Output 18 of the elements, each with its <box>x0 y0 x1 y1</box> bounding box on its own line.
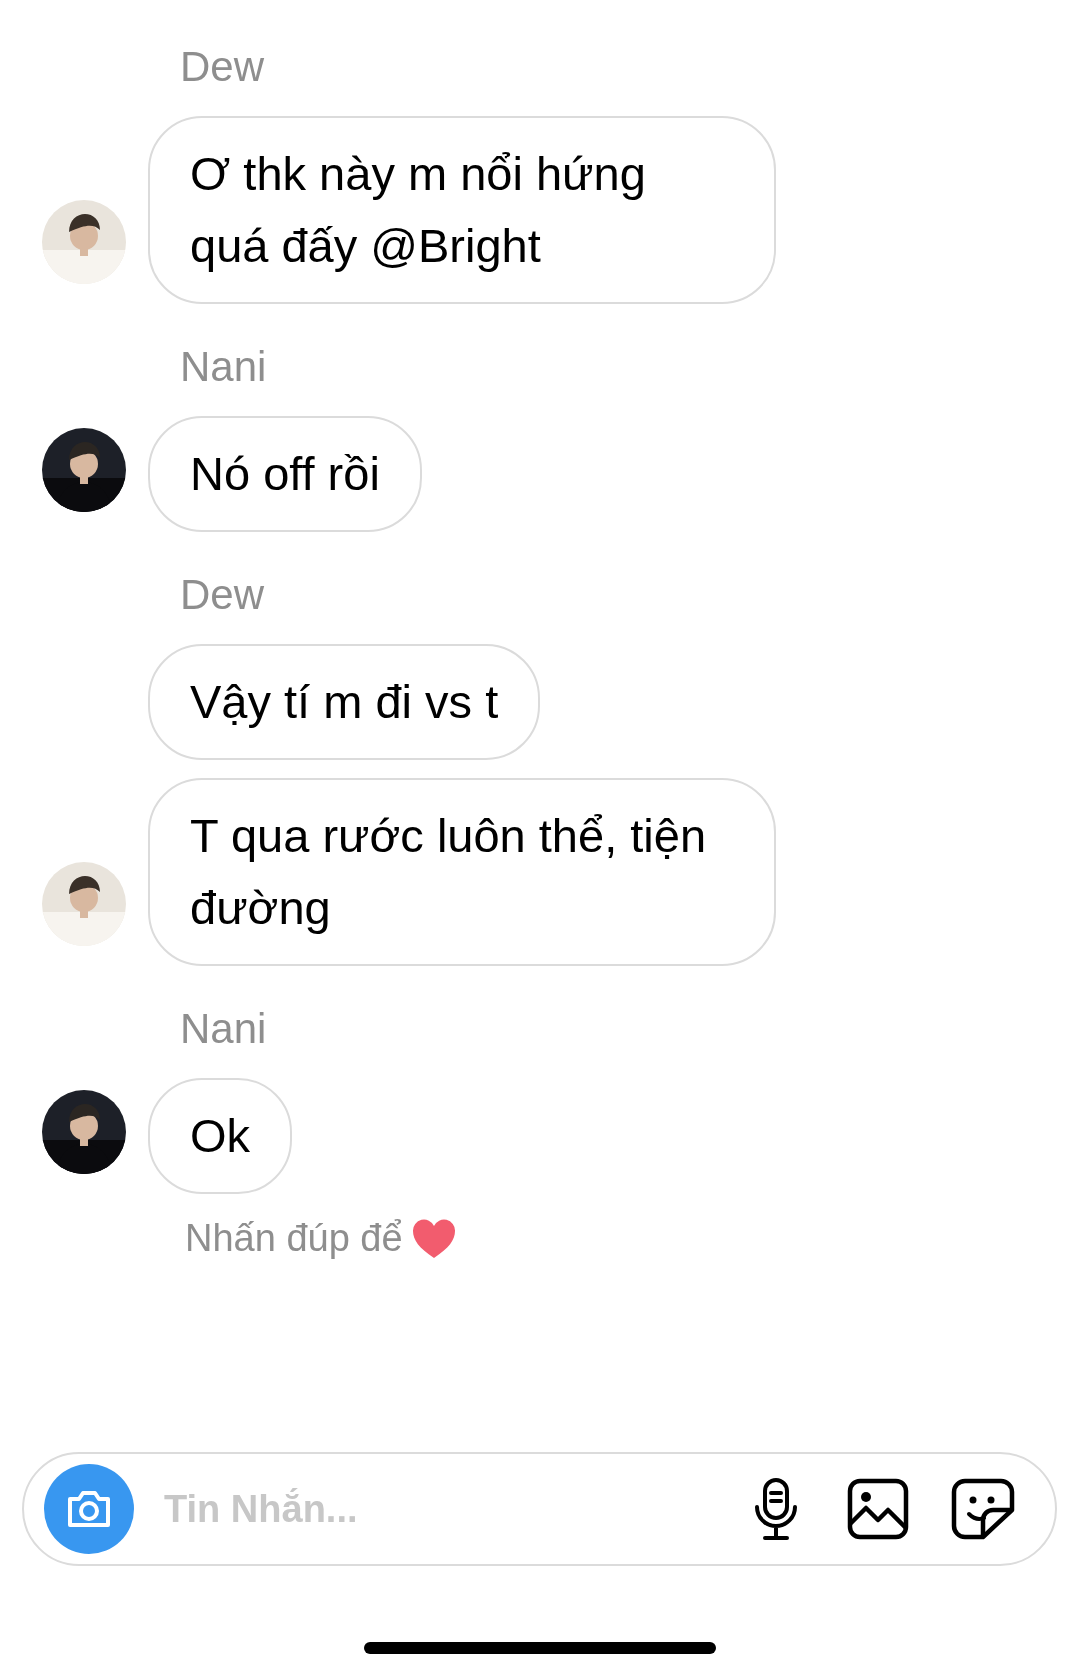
message-input[interactable]: Tin Nhắn... <box>164 1480 737 1538</box>
message-field[interactable]: Tin Nhắn... <box>22 1452 1057 1566</box>
camera-button[interactable] <box>44 1464 134 1554</box>
sender-name: Nani <box>179 1008 268 1050</box>
message-bubble: Nó off rồi <box>148 416 422 532</box>
double-tap-hint: Nhấn đúp để <box>185 1216 403 1261</box>
heart-icon <box>410 1217 457 1260</box>
message-bubble: Ok <box>148 1078 293 1194</box>
message-bubble: Ơ thk này m nổi hứng quá đấy @Bright <box>148 116 776 304</box>
sticker-icon[interactable] <box>951 1478 1015 1540</box>
sender-name: Dew <box>179 574 266 616</box>
camera-icon <box>66 1489 112 1529</box>
sender-name: Dew <box>179 46 266 88</box>
message-bubble: T qua rước luôn thể, tiện đường <box>148 778 776 966</box>
gallery-icon[interactable] <box>847 1478 909 1540</box>
message-bubble: Vậy tí m đi vs t <box>148 644 541 760</box>
sender-name: Nani <box>179 346 268 388</box>
microphone-icon[interactable] <box>753 1477 799 1541</box>
